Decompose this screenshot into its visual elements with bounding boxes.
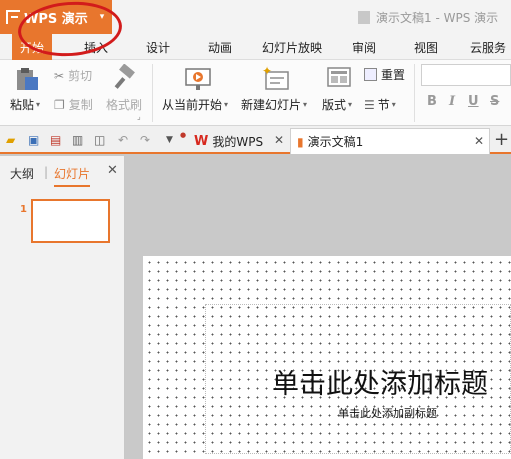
- paste-button[interactable]: 粘贴 ▾: [10, 96, 40, 113]
- copy-icon: ❐: [54, 97, 65, 112]
- title-placeholder[interactable]: 单击此处添加标题: [272, 362, 488, 401]
- save-icon[interactable]: ▣: [28, 133, 39, 147]
- tab-cloud[interactable]: 云服务: [470, 39, 506, 56]
- wps-brand-icon: W: [194, 133, 209, 149]
- play-from-current-icon: [185, 68, 211, 90]
- cut-label: 剪切: [68, 69, 93, 83]
- italic-button[interactable]: I: [449, 94, 455, 109]
- tab-review[interactable]: 审阅: [352, 39, 376, 56]
- ribbon: 粘贴 ▾ ✂ 剪切 ❐ 复制 格式刷 ⌟ 从当前开始 ▾ ✦ 新建幻灯片 ▾ 版…: [0, 60, 511, 126]
- section-button[interactable]: ☰ 节 ▾: [364, 96, 396, 113]
- divider: [152, 64, 153, 122]
- window-title-text: 演示文稿1 - WPS 演示: [376, 11, 499, 25]
- new-slide-icon: ✦: [262, 64, 289, 90]
- open-folder-icon[interactable]: ▰: [6, 133, 15, 147]
- document-icon: [358, 11, 370, 24]
- new-slide-button[interactable]: 新建幻灯片 ▾: [241, 96, 307, 113]
- divider: [414, 64, 415, 122]
- scissors-icon: ✂: [54, 68, 65, 83]
- export-pdf-icon[interactable]: ▤: [50, 133, 61, 147]
- paste-label: 粘贴: [10, 98, 35, 112]
- redo-icon[interactable]: ↷: [140, 133, 150, 147]
- font-name-input[interactable]: [421, 64, 511, 86]
- tab-presentation-label: 演示文稿1: [307, 135, 364, 149]
- slides-pane: 大纲 | 幻灯片 ✕ 1: [0, 156, 125, 459]
- reset-label: 重置: [381, 68, 406, 82]
- slide[interactable]: 单击此处添加标题 单击此处添加副标题: [143, 256, 511, 459]
- close-icon[interactable]: ✕: [474, 134, 484, 148]
- paste-icon: [17, 68, 38, 90]
- format-painter-button[interactable]: 格式刷: [106, 96, 142, 113]
- tab-animation[interactable]: 动画: [208, 39, 232, 56]
- print-preview-icon[interactable]: ◫: [94, 133, 105, 147]
- close-icon[interactable]: ✕: [107, 163, 118, 178]
- cut-button[interactable]: ✂ 剪切: [54, 67, 92, 84]
- tab-outline[interactable]: 大纲: [10, 165, 34, 182]
- layout-button[interactable]: 版式 ▾: [322, 96, 352, 113]
- window-title: 演示文稿1 - WPS 演示: [358, 9, 498, 26]
- undo-icon[interactable]: ↶: [118, 133, 128, 147]
- copy-button[interactable]: ❐ 复制: [54, 96, 93, 113]
- slide-number: 1: [20, 204, 27, 215]
- copy-label: 复制: [68, 98, 93, 112]
- new-tab-plus-icon[interactable]: +: [494, 129, 509, 150]
- tab-design[interactable]: 设计: [146, 39, 170, 56]
- tab-slides[interactable]: 幻灯片: [54, 165, 91, 187]
- print-icon[interactable]: ▥: [72, 133, 83, 147]
- format-painter-icon: [114, 64, 135, 89]
- layout-label: 版式: [322, 98, 347, 112]
- clipboard-launcher-icon[interactable]: ⌟: [137, 112, 141, 121]
- from-current-label: 从当前开始: [162, 98, 223, 112]
- section-label: 节: [377, 98, 390, 112]
- underline-button[interactable]: U: [468, 94, 479, 109]
- quick-access-toolbar: ▰ ▣ ▤ ▥ ◫ ↶ ↷ ▼ ● W 我的WPS ✕ ▮ 演示文稿1 ✕ +: [0, 126, 511, 154]
- customize-dropdown-icon[interactable]: ▼: [166, 135, 173, 145]
- tab-my-wps[interactable]: W 我的WPS ✕: [190, 128, 288, 154]
- bold-button[interactable]: B: [427, 94, 437, 109]
- slide-thumbnail[interactable]: [31, 199, 110, 243]
- svg-text:✦: ✦: [262, 64, 272, 78]
- subtitle-placeholder[interactable]: 单击此处添加副标题: [338, 405, 437, 421]
- notification-dot-icon: ●: [180, 131, 187, 139]
- reset-icon: [364, 68, 377, 81]
- section-icon: ☰: [364, 97, 375, 112]
- divider: |: [44, 165, 49, 179]
- format-painter-label: 格式刷: [106, 98, 143, 112]
- layout-icon: [327, 67, 351, 87]
- close-icon[interactable]: ✕: [274, 133, 284, 147]
- wps-logo-icon: [6, 10, 20, 24]
- strikethrough-button[interactable]: S: [490, 94, 499, 109]
- tab-my-wps-label: 我的WPS: [212, 134, 264, 149]
- tab-slideshow[interactable]: 幻灯片放映: [262, 39, 322, 56]
- new-slide-label: 新建幻灯片: [241, 98, 302, 112]
- editing-canvas: 单击此处添加标题 单击此处添加副标题: [126, 156, 511, 459]
- from-current-button[interactable]: 从当前开始 ▾: [162, 96, 228, 113]
- tab-view[interactable]: 视图: [414, 39, 438, 56]
- presentation-file-icon: ▮: [297, 134, 304, 149]
- tab-presentation[interactable]: ▮ 演示文稿1 ✕: [290, 128, 490, 154]
- reset-button[interactable]: 重置: [364, 66, 405, 83]
